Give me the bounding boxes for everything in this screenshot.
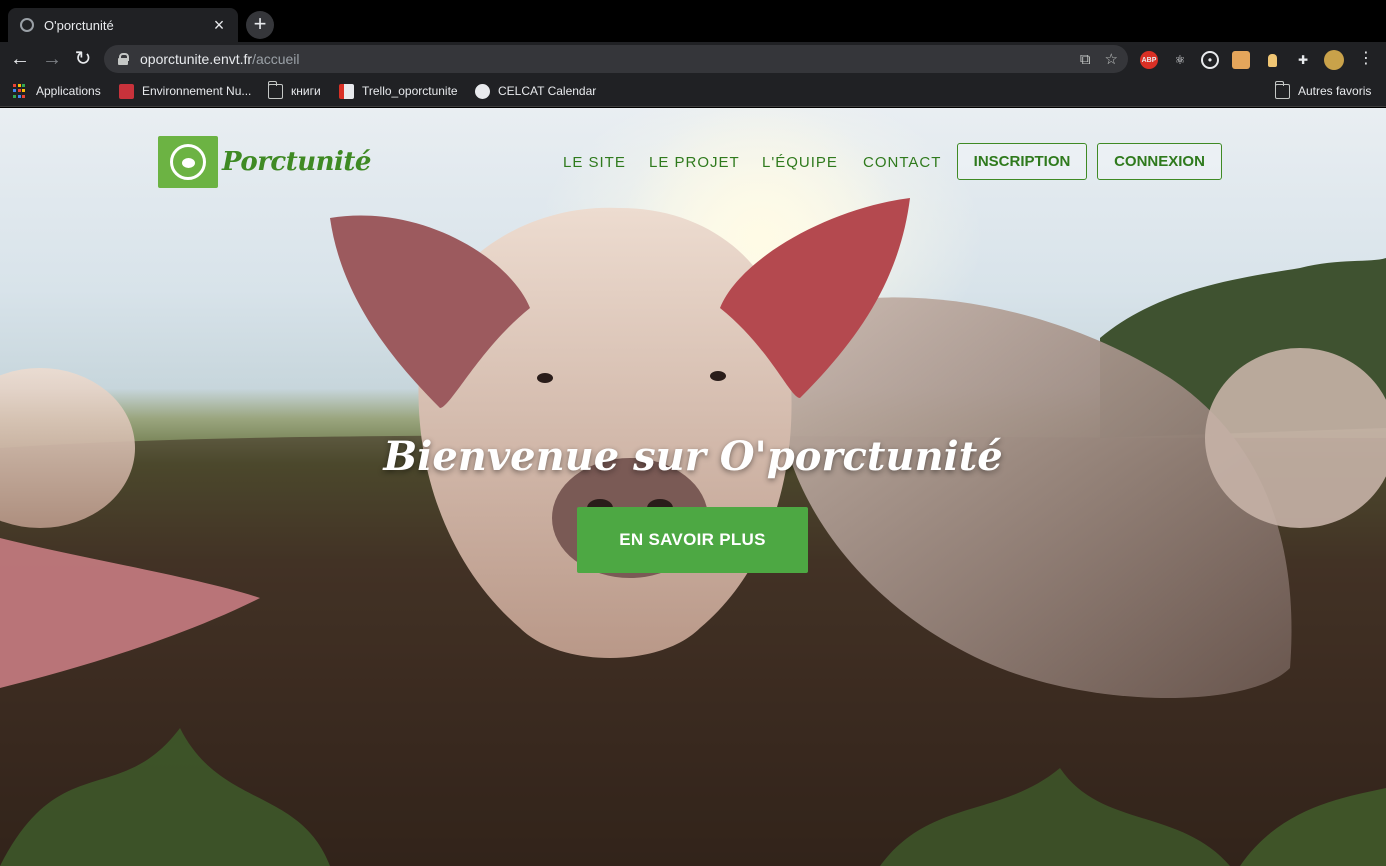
globe-icon — [20, 18, 34, 32]
hero-background-image — [0, 108, 1386, 866]
bookmark-trello[interactable]: Trello_oporctunite — [339, 82, 458, 100]
apps-grid-icon — [13, 83, 28, 99]
browser-tab[interactable]: O'porctunité × — [8, 8, 238, 42]
nav-equipe[interactable]: L'ÉQUIPE — [762, 154, 838, 171]
bookmark-knigi[interactable]: книги — [267, 80, 321, 100]
trello-favicon-icon — [339, 83, 354, 99]
react-icon[interactable]: ⚛ — [1171, 51, 1189, 69]
bookmark-environnement[interactable]: Environnement Nu... — [119, 82, 251, 100]
tab-title: O'porctunité — [44, 17, 114, 33]
signup-button[interactable]: INSCRIPTION — [957, 143, 1087, 180]
bookmarks-bar: Applications Environnement Nu... книги T… — [0, 76, 1386, 107]
nav-le-site[interactable]: LE SITE — [563, 154, 626, 171]
bulb-icon[interactable] — [1263, 51, 1281, 69]
bookmark-applications[interactable]: Applications — [13, 82, 101, 100]
nav-le-projet[interactable]: LE PROJET — [649, 154, 740, 171]
logo-text: Porctunité — [222, 147, 371, 177]
folder-icon — [267, 80, 283, 99]
target-icon[interactable]: • — [1201, 51, 1219, 69]
abp-icon[interactable]: ABP — [1140, 51, 1158, 69]
browser-toolbar: ← → ↻ oporctunite.envt.fr/accueil ⧉ ☆ AB… — [0, 42, 1386, 76]
tab-strip: O'porctunité × + — [0, 0, 1386, 42]
mail-icon[interactable] — [1232, 51, 1250, 69]
puzzle-icon[interactable]: ✚ — [1294, 51, 1312, 69]
hero-section: Porctunité LE SITE LE PROJET L'ÉQUIPE CO… — [0, 108, 1386, 866]
pig-logo-icon — [158, 136, 218, 188]
globe-icon — [475, 83, 490, 99]
learn-more-button[interactable]: EN SAVOIR PLUS — [577, 507, 808, 573]
url-text[interactable]: oporctunite.envt.fr/accueil — [140, 51, 1066, 67]
reload-icon[interactable]: ↻ — [71, 47, 95, 71]
avatar-icon[interactable] — [1324, 50, 1344, 70]
bookmark-star-icon[interactable]: ☆ — [1105, 50, 1118, 68]
folder-icon — [1274, 80, 1290, 99]
other-bookmarks[interactable]: Autres favoris — [1274, 80, 1371, 100]
forward-icon[interactable]: → — [40, 47, 64, 71]
env-favicon-icon — [119, 83, 134, 99]
site-logo[interactable]: Porctunité — [158, 136, 371, 188]
hero-headline: Bienvenue sur O'porctunité — [383, 433, 1003, 480]
back-icon[interactable]: ← — [8, 47, 32, 71]
login-button[interactable]: CONNEXION — [1097, 143, 1222, 180]
close-tab-icon[interactable]: × — [210, 16, 228, 34]
new-tab-button[interactable]: + — [246, 11, 274, 39]
nav-contact[interactable]: CONTACT — [863, 154, 941, 171]
translate-icon[interactable]: ⧉ — [1080, 51, 1091, 68]
bookmark-celcat[interactable]: CELCAT Calendar — [475, 82, 596, 100]
address-bar[interactable]: oporctunite.envt.fr/accueil ⧉ ☆ — [104, 45, 1128, 73]
menu-kebab-icon[interactable]: ⋮ — [1354, 47, 1378, 71]
lock-icon — [118, 53, 129, 65]
